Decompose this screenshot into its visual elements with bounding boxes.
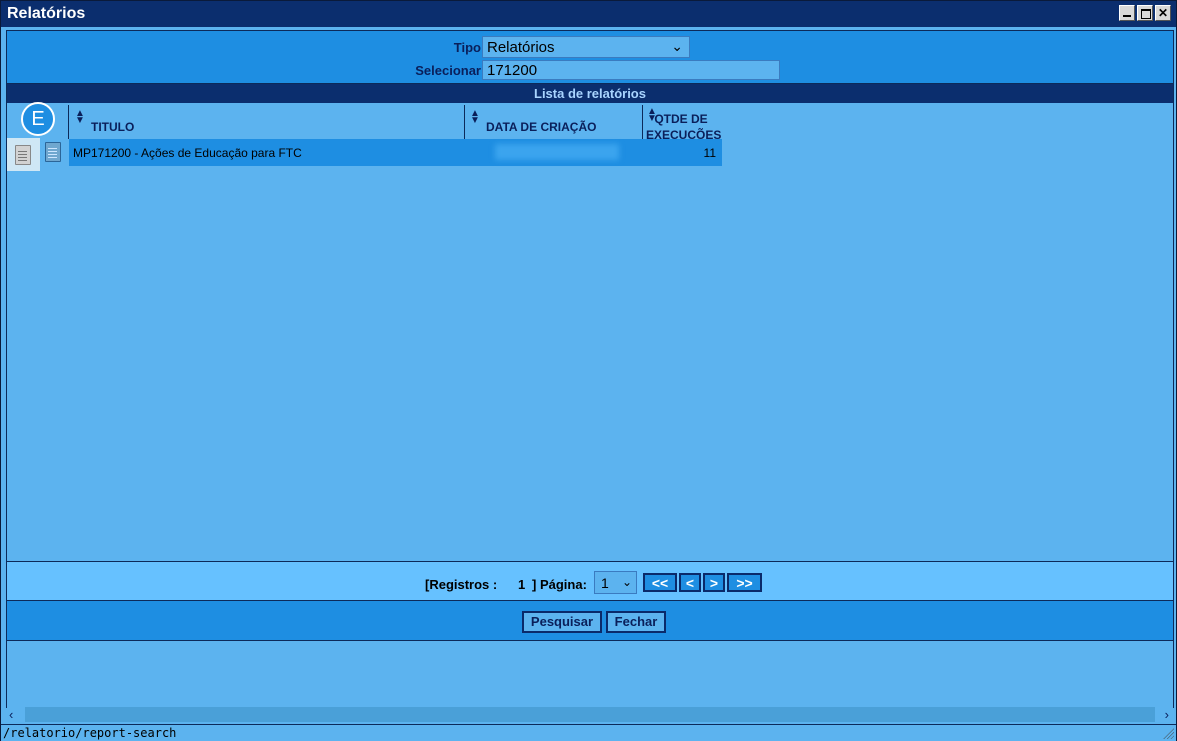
list-header: Lista de relatórios [7,84,1173,103]
page-select[interactable]: 1 ⌄ [594,571,637,594]
maximize-button[interactable] [1137,5,1153,21]
content-frame: Tipo Relatórios ⌄ Selecionar 171200 List… [6,30,1174,724]
minimize-button[interactable] [1119,5,1135,21]
report-document-icon[interactable] [15,145,31,165]
first-page-button[interactable]: << [643,573,677,592]
close-window-button[interactable]: ✕ [1155,5,1171,21]
column-header-qtde[interactable]: ▲ ▼ QTDE DE EXECUÇÕES [642,106,722,143]
horizontal-scrollbar[interactable]: ‹ › [7,707,1173,724]
registros-label: [Registros : [425,577,498,592]
chevron-down-icon: ⌄ [621,575,632,589]
next-page-button[interactable]: > [703,573,725,592]
filter-panel: Tipo Relatórios ⌄ Selecionar 171200 [7,31,1173,84]
selecionar-label: Selecionar [415,63,481,78]
tipo-label: Tipo [453,40,481,55]
window-title: Relatórios [7,5,86,22]
report-edit-document-icon[interactable] [45,142,61,162]
resize-grip-icon[interactable] [1162,727,1174,739]
chevron-down-icon: ⌄ [671,38,683,54]
sort-icon: ▲ ▼ [75,108,85,126]
scroll-left-icon[interactable]: ‹ [9,707,13,722]
sort-icon: ▲ ▼ [470,108,480,126]
selecionar-input[interactable]: 171200 [482,60,780,80]
prev-page-button[interactable]: < [679,573,701,592]
column-date-label: DATA DE CRIAÇÃO [486,120,597,134]
column-title-label: TITULO [91,120,135,134]
title-bar: Relatórios ✕ [1,1,1176,27]
scroll-right-icon[interactable]: › [1165,707,1169,722]
window: Relatórios ✕ Tipo Relatórios ⌄ Seleciona… [0,0,1177,741]
table-row[interactable]: MP171200 - Ações de Educação para FTC 11 [69,139,722,166]
close-button[interactable]: Fechar [606,611,666,633]
pagina-label: ] Página: [532,577,587,592]
step-badge: E [21,102,55,136]
row-date-redacted [495,144,619,160]
registros-count: 1 [518,577,526,592]
pagination-bar: [Registros : 1 ] Página: 1 ⌄ << < > >> [7,561,1173,601]
window-controls: ✕ [1119,5,1171,21]
minimize-icon [1123,15,1131,17]
column-header-title[interactable]: ▲ ▼ TITULO [69,106,464,140]
tipo-select[interactable]: Relatórios ⌄ [482,36,690,58]
scrollbar-track[interactable] [25,707,1155,722]
last-page-button[interactable]: >> [727,573,762,592]
selecionar-input-value: 171200 [487,62,538,79]
row-qtde: 11 [703,146,716,160]
column-header-date[interactable]: ▲ ▼ DATA DE CRIAÇÃO [464,106,642,140]
row-title: MP171200 - Ações de Educação para FTC [73,146,302,160]
page-select-value: 1 [601,575,609,591]
tipo-select-value: Relatórios [487,39,555,56]
status-path: /relatorio/report-search [3,726,177,740]
status-bar: /relatorio/report-search [1,724,1176,741]
search-button[interactable]: Pesquisar [522,611,602,633]
action-bar: Pesquisar Fechar [7,601,1173,641]
close-icon: ✕ [1157,6,1169,20]
maximize-icon [1141,9,1151,19]
